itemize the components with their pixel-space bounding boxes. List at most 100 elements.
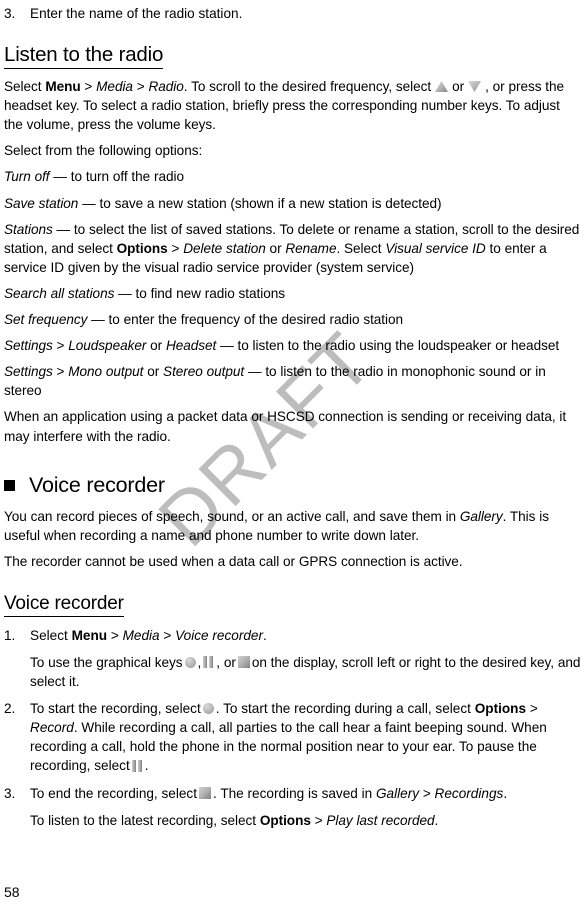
page-number: 58	[4, 884, 20, 900]
page-content: 3. Enter the name of the radio station. …	[4, 0, 582, 830]
section-heading-label: Voice recorder	[29, 472, 165, 497]
option-settings-loudspeaker: Settings > Loudspeaker or Headset — to l…	[4, 336, 582, 355]
option-term: Turn off	[4, 169, 50, 185]
select-label: Select	[4, 79, 46, 95]
list-item: 1. Select Menu > Media > Voice recorder.	[4, 626, 582, 645]
rename-term: Rename	[285, 240, 337, 256]
sub-text-a: To listen to the latest recording, selec…	[30, 812, 260, 828]
period: .	[503, 785, 508, 801]
option-term: Set frequency	[4, 312, 88, 328]
period: .	[434, 812, 439, 828]
step-1-sub-paragraph: To use the graphical keys,, or on the dis…	[4, 653, 582, 691]
headset-term: Headset	[165, 338, 217, 354]
comma-or: , or	[216, 654, 236, 670]
separator: >	[526, 701, 538, 717]
play-last-recorded-term: Play last recorded	[326, 812, 435, 828]
or-label: or	[265, 240, 286, 256]
intro-text-a: You can record pieces of speech, sound, …	[4, 508, 460, 524]
option-search-all-stations: Search all stations — to find new radio …	[4, 284, 582, 303]
option-term: Save station	[4, 195, 79, 211]
option-dash: —	[114, 285, 136, 301]
option-dash: —	[49, 169, 71, 185]
pause-bars-icon	[203, 656, 214, 669]
list-item: 3. To end the recording, select . The rec…	[4, 784, 582, 803]
subsection-title: Voice recorder	[4, 592, 124, 617]
option-settings-mono-stereo: Settings > Mono output or Stereo output …	[4, 362, 582, 400]
visual-service-id-term: Visual service ID	[385, 240, 486, 256]
step-text-a: To end the recording, select	[30, 785, 198, 801]
separator: >	[80, 79, 97, 95]
options-term: Options	[259, 812, 311, 828]
or-label: or	[143, 364, 164, 380]
list-item-text: Enter the name of the radio station.	[30, 6, 243, 21]
option-term: Search all stations	[4, 285, 115, 301]
separator: >	[107, 627, 123, 643]
options-term: Options	[474, 701, 527, 717]
select-label: Select	[30, 627, 72, 643]
sub-text-a: To use the graphical keys	[30, 654, 183, 670]
list-item-text: Select Menu > Media > Voice recorder.	[30, 628, 267, 643]
list-item-number: 1.	[4, 627, 16, 643]
step-text-b: . The recording is saved in	[213, 785, 376, 801]
option-save-station: Save station — to save a new station (sh…	[4, 194, 582, 213]
option-desc: to turn off the radio	[70, 169, 184, 185]
menu-term: Menu	[71, 627, 108, 643]
option-desc: to save a new station (shown if a new st…	[99, 195, 442, 211]
step-3-sub-paragraph: To listen to the latest recording, selec…	[4, 811, 582, 830]
step-text-d: .	[144, 758, 149, 774]
separator: >	[52, 364, 69, 380]
option-turn-off: Turn off — to turn off the radio	[4, 167, 582, 186]
settings-term: Settings	[4, 364, 53, 380]
stop-square-icon	[237, 656, 250, 669]
option-dash: —	[52, 221, 74, 237]
section-heading-voice-recorder: Voice recorder	[4, 472, 582, 498]
stop-square-icon	[199, 786, 212, 799]
option-dash: —	[244, 364, 266, 380]
option-dash: —	[216, 338, 238, 354]
radio-intro-paragraph: Select Menu > Media > Radio. To scroll t…	[4, 77, 582, 134]
separator: >	[52, 338, 69, 354]
list-item-text: To end the recording, select . The record…	[30, 786, 507, 801]
comma: ,	[197, 654, 202, 670]
separator: >	[159, 627, 176, 643]
gallery-term: Gallery	[459, 508, 503, 524]
options-lead-paragraph: Select from the following options:	[4, 143, 203, 159]
or-label: or	[452, 79, 465, 95]
option-set-frequency: Set frequency — to enter the frequency o…	[4, 310, 582, 329]
option-desc: to enter the frequency of the desired ra…	[108, 312, 404, 328]
record-circle-icon	[184, 656, 196, 668]
media-term: Media	[96, 79, 133, 95]
recordings-term: Recordings	[434, 785, 504, 801]
or-label: or	[146, 338, 166, 354]
list-item-number: 2.	[4, 701, 16, 717]
heading-wrap: Listen to the radio	[4, 43, 582, 70]
step-text-b: . To start the recording during a call, …	[215, 701, 475, 717]
settings-term: Settings	[4, 338, 53, 354]
option-dash: —	[87, 312, 109, 328]
separator: >	[419, 785, 435, 801]
document-page: 3. Enter the name of the radio station. …	[0, 0, 587, 914]
voice-recorder-term: Voice recorder	[175, 627, 263, 643]
option-desc: to listen to the radio using the loudspe…	[237, 338, 560, 354]
option-stations: Stations — to select the list of saved s…	[4, 220, 582, 277]
option-desc: to find new radio stations	[135, 285, 286, 301]
option-dash: —	[78, 195, 100, 211]
list-item-number: 3.	[4, 6, 16, 21]
